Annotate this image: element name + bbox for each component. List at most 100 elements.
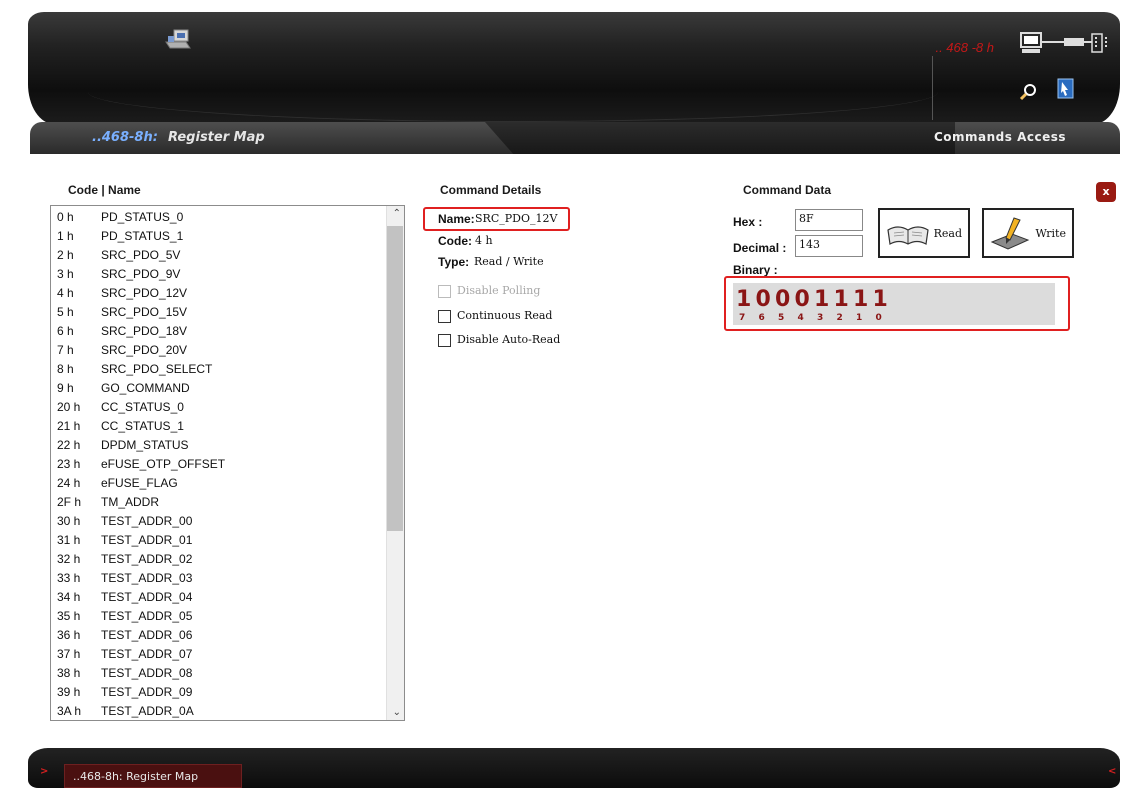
help-icon[interactable] bbox=[1056, 78, 1076, 100]
register-list[interactable]: 0 h PD_STATUS_0 1 h PD_STATUS_1 2 h SRC_PDO_5… bbox=[50, 205, 405, 721]
table-row[interactable]: 37 h TEST_ADDR_07 bbox=[51, 645, 386, 664]
register-code: 23 h bbox=[57, 457, 81, 471]
table-row[interactable]: 6 h SRC_PDO_18V bbox=[51, 322, 386, 341]
register-code: 32 h bbox=[57, 552, 81, 566]
table-row[interactable]: 20 h CC_STATUS_0 bbox=[51, 398, 386, 417]
table-row[interactable]: 39 h TEST_ADDR_09 bbox=[51, 683, 386, 702]
connection-status-icon[interactable] bbox=[1020, 32, 1110, 54]
bit-value[interactable]: 0 bbox=[795, 287, 810, 312]
chevron-down-icon[interactable]: ⌄ bbox=[393, 707, 401, 718]
write-button[interactable]: Write bbox=[982, 208, 1074, 258]
register-code: 34 h bbox=[57, 590, 81, 604]
register-code: 22 h bbox=[57, 438, 81, 452]
register-code: 38 h bbox=[57, 666, 81, 680]
table-row[interactable]: 23 h eFUSE_OTP_OFFSET bbox=[51, 455, 386, 474]
table-row[interactable]: 7 h SRC_PDO_20V bbox=[51, 341, 386, 360]
register-name: TEST_ADDR_05 bbox=[101, 609, 193, 623]
command-data-header: Command Data bbox=[743, 183, 832, 197]
search-icon[interactable] bbox=[1018, 82, 1038, 102]
register-name: CC_STATUS_1 bbox=[101, 419, 184, 433]
table-row[interactable]: 22 h DPDM_STATUS bbox=[51, 436, 386, 455]
table-row[interactable]: 35 h TEST_ADDR_05 bbox=[51, 607, 386, 626]
device-address: .. 468 -8 h bbox=[935, 40, 994, 55]
register-name: TEST_ADDR_01 bbox=[101, 533, 193, 547]
table-row[interactable]: 8 h SRC_PDO_SELECT bbox=[51, 360, 386, 379]
table-row[interactable]: 0 h PD_STATUS_0 bbox=[51, 208, 386, 227]
register-code: 30 h bbox=[57, 514, 81, 528]
register-name: DPDM_STATUS bbox=[101, 438, 189, 452]
pencil-icon bbox=[990, 217, 1030, 250]
binary-display: 1000111176543210 bbox=[733, 283, 1055, 325]
bit-value[interactable]: 1 bbox=[834, 287, 849, 312]
register-code: 2F h bbox=[57, 495, 82, 509]
register-name: TEST_ADDR_07 bbox=[101, 647, 193, 661]
table-row[interactable]: 3 h SRC_PDO_9V bbox=[51, 265, 386, 284]
register-name: TEST_ADDR_0A bbox=[101, 704, 194, 718]
code-value: 4 h bbox=[475, 234, 493, 247]
register-code: 2 h bbox=[57, 248, 74, 262]
register-name: PD_STATUS_0 bbox=[101, 210, 184, 224]
bit-value[interactable]: 0 bbox=[756, 287, 771, 312]
table-row[interactable]: 1 h PD_STATUS_1 bbox=[51, 227, 386, 246]
app-logo-icon bbox=[164, 28, 192, 52]
bit-value[interactable]: 0 bbox=[775, 287, 790, 312]
bit-value[interactable]: 1 bbox=[873, 287, 888, 312]
scrollbar-thumb[interactable] bbox=[387, 226, 403, 531]
chevron-up-icon[interactable]: ⌃ bbox=[393, 208, 401, 219]
taskbar-prev-button[interactable]: > bbox=[40, 766, 48, 777]
continuous-read-checkbox[interactable] bbox=[438, 310, 451, 323]
commands-access-label[interactable]: Commands Access bbox=[934, 130, 1066, 144]
close-button[interactable]: x bbox=[1096, 182, 1116, 202]
table-row[interactable]: 5 h SRC_PDO_15V bbox=[51, 303, 386, 322]
type-value: Read / Write bbox=[474, 255, 544, 268]
register-name: SRC_PDO_5V bbox=[101, 248, 181, 262]
name-value: SRC_PDO_12V bbox=[475, 212, 558, 225]
continuous-read-label: Continuous Read bbox=[457, 309, 553, 322]
table-row[interactable]: 31 h TEST_ADDR_01 bbox=[51, 531, 386, 550]
register-code: 39 h bbox=[57, 685, 81, 699]
list-scrollbar[interactable]: ⌃ ⌄ bbox=[386, 206, 404, 720]
table-row[interactable]: 3A h TEST_ADDR_0A bbox=[51, 702, 386, 720]
bit-value[interactable]: 1 bbox=[853, 287, 868, 312]
taskbar-tab-register-map[interactable]: ..468-8h: Register Map bbox=[64, 764, 242, 788]
register-code: 7 h bbox=[57, 343, 74, 357]
disable-auto-read-checkbox[interactable] bbox=[438, 334, 451, 347]
banner-decoration bbox=[88, 62, 938, 122]
register-code: 9 h bbox=[57, 381, 74, 395]
bit-value[interactable]: 1 bbox=[814, 287, 829, 312]
table-row[interactable]: 30 h TEST_ADDR_00 bbox=[51, 512, 386, 531]
table-row[interactable]: 34 h TEST_ADDR_04 bbox=[51, 588, 386, 607]
table-row[interactable]: 2 h SRC_PDO_5V bbox=[51, 246, 386, 265]
table-row[interactable]: 21 h CC_STATUS_1 bbox=[51, 417, 386, 436]
code-label: Code: bbox=[438, 234, 472, 248]
table-row[interactable]: 32 h TEST_ADDR_02 bbox=[51, 550, 386, 569]
register-name: SRC_PDO_18V bbox=[101, 324, 188, 338]
bit-index: 7 bbox=[739, 313, 746, 323]
register-name: TM_ADDR bbox=[101, 495, 160, 509]
bit-index: 3 bbox=[817, 313, 824, 323]
register-code: 33 h bbox=[57, 571, 81, 585]
table-row[interactable]: 9 h GO_COMMAND bbox=[51, 379, 386, 398]
disable-polling-checkbox bbox=[438, 285, 451, 298]
register-name: TEST_ADDR_08 bbox=[101, 666, 193, 680]
read-button[interactable]: Read bbox=[878, 208, 970, 258]
decimal-field[interactable]: 143 bbox=[795, 235, 863, 257]
register-list-header: Code | Name bbox=[68, 183, 141, 197]
hex-field[interactable]: 8F bbox=[795, 209, 863, 231]
decimal-label: Decimal : bbox=[733, 241, 787, 255]
table-row[interactable]: 24 h eFUSE_FLAG bbox=[51, 474, 386, 493]
register-name: eFUSE_OTP_OFFSET bbox=[101, 457, 226, 471]
register-name: SRC_PDO_15V bbox=[101, 305, 188, 319]
bit-value[interactable]: 1 bbox=[736, 287, 751, 312]
table-row[interactable]: 2F h TM_ADDR bbox=[51, 493, 386, 512]
register-code: 8 h bbox=[57, 362, 74, 376]
table-row[interactable]: 38 h TEST_ADDR_08 bbox=[51, 664, 386, 683]
taskbar-next-button[interactable]: < bbox=[1108, 766, 1116, 777]
table-row[interactable]: 4 h SRC_PDO_12V bbox=[51, 284, 386, 303]
table-row[interactable]: 33 h TEST_ADDR_03 bbox=[51, 569, 386, 588]
table-row[interactable]: 36 h TEST_ADDR_06 bbox=[51, 626, 386, 645]
binary-label: Binary : bbox=[733, 263, 778, 277]
register-code: 31 h bbox=[57, 533, 81, 547]
banner-divider bbox=[932, 56, 933, 120]
register-code: 0 h bbox=[57, 210, 74, 224]
